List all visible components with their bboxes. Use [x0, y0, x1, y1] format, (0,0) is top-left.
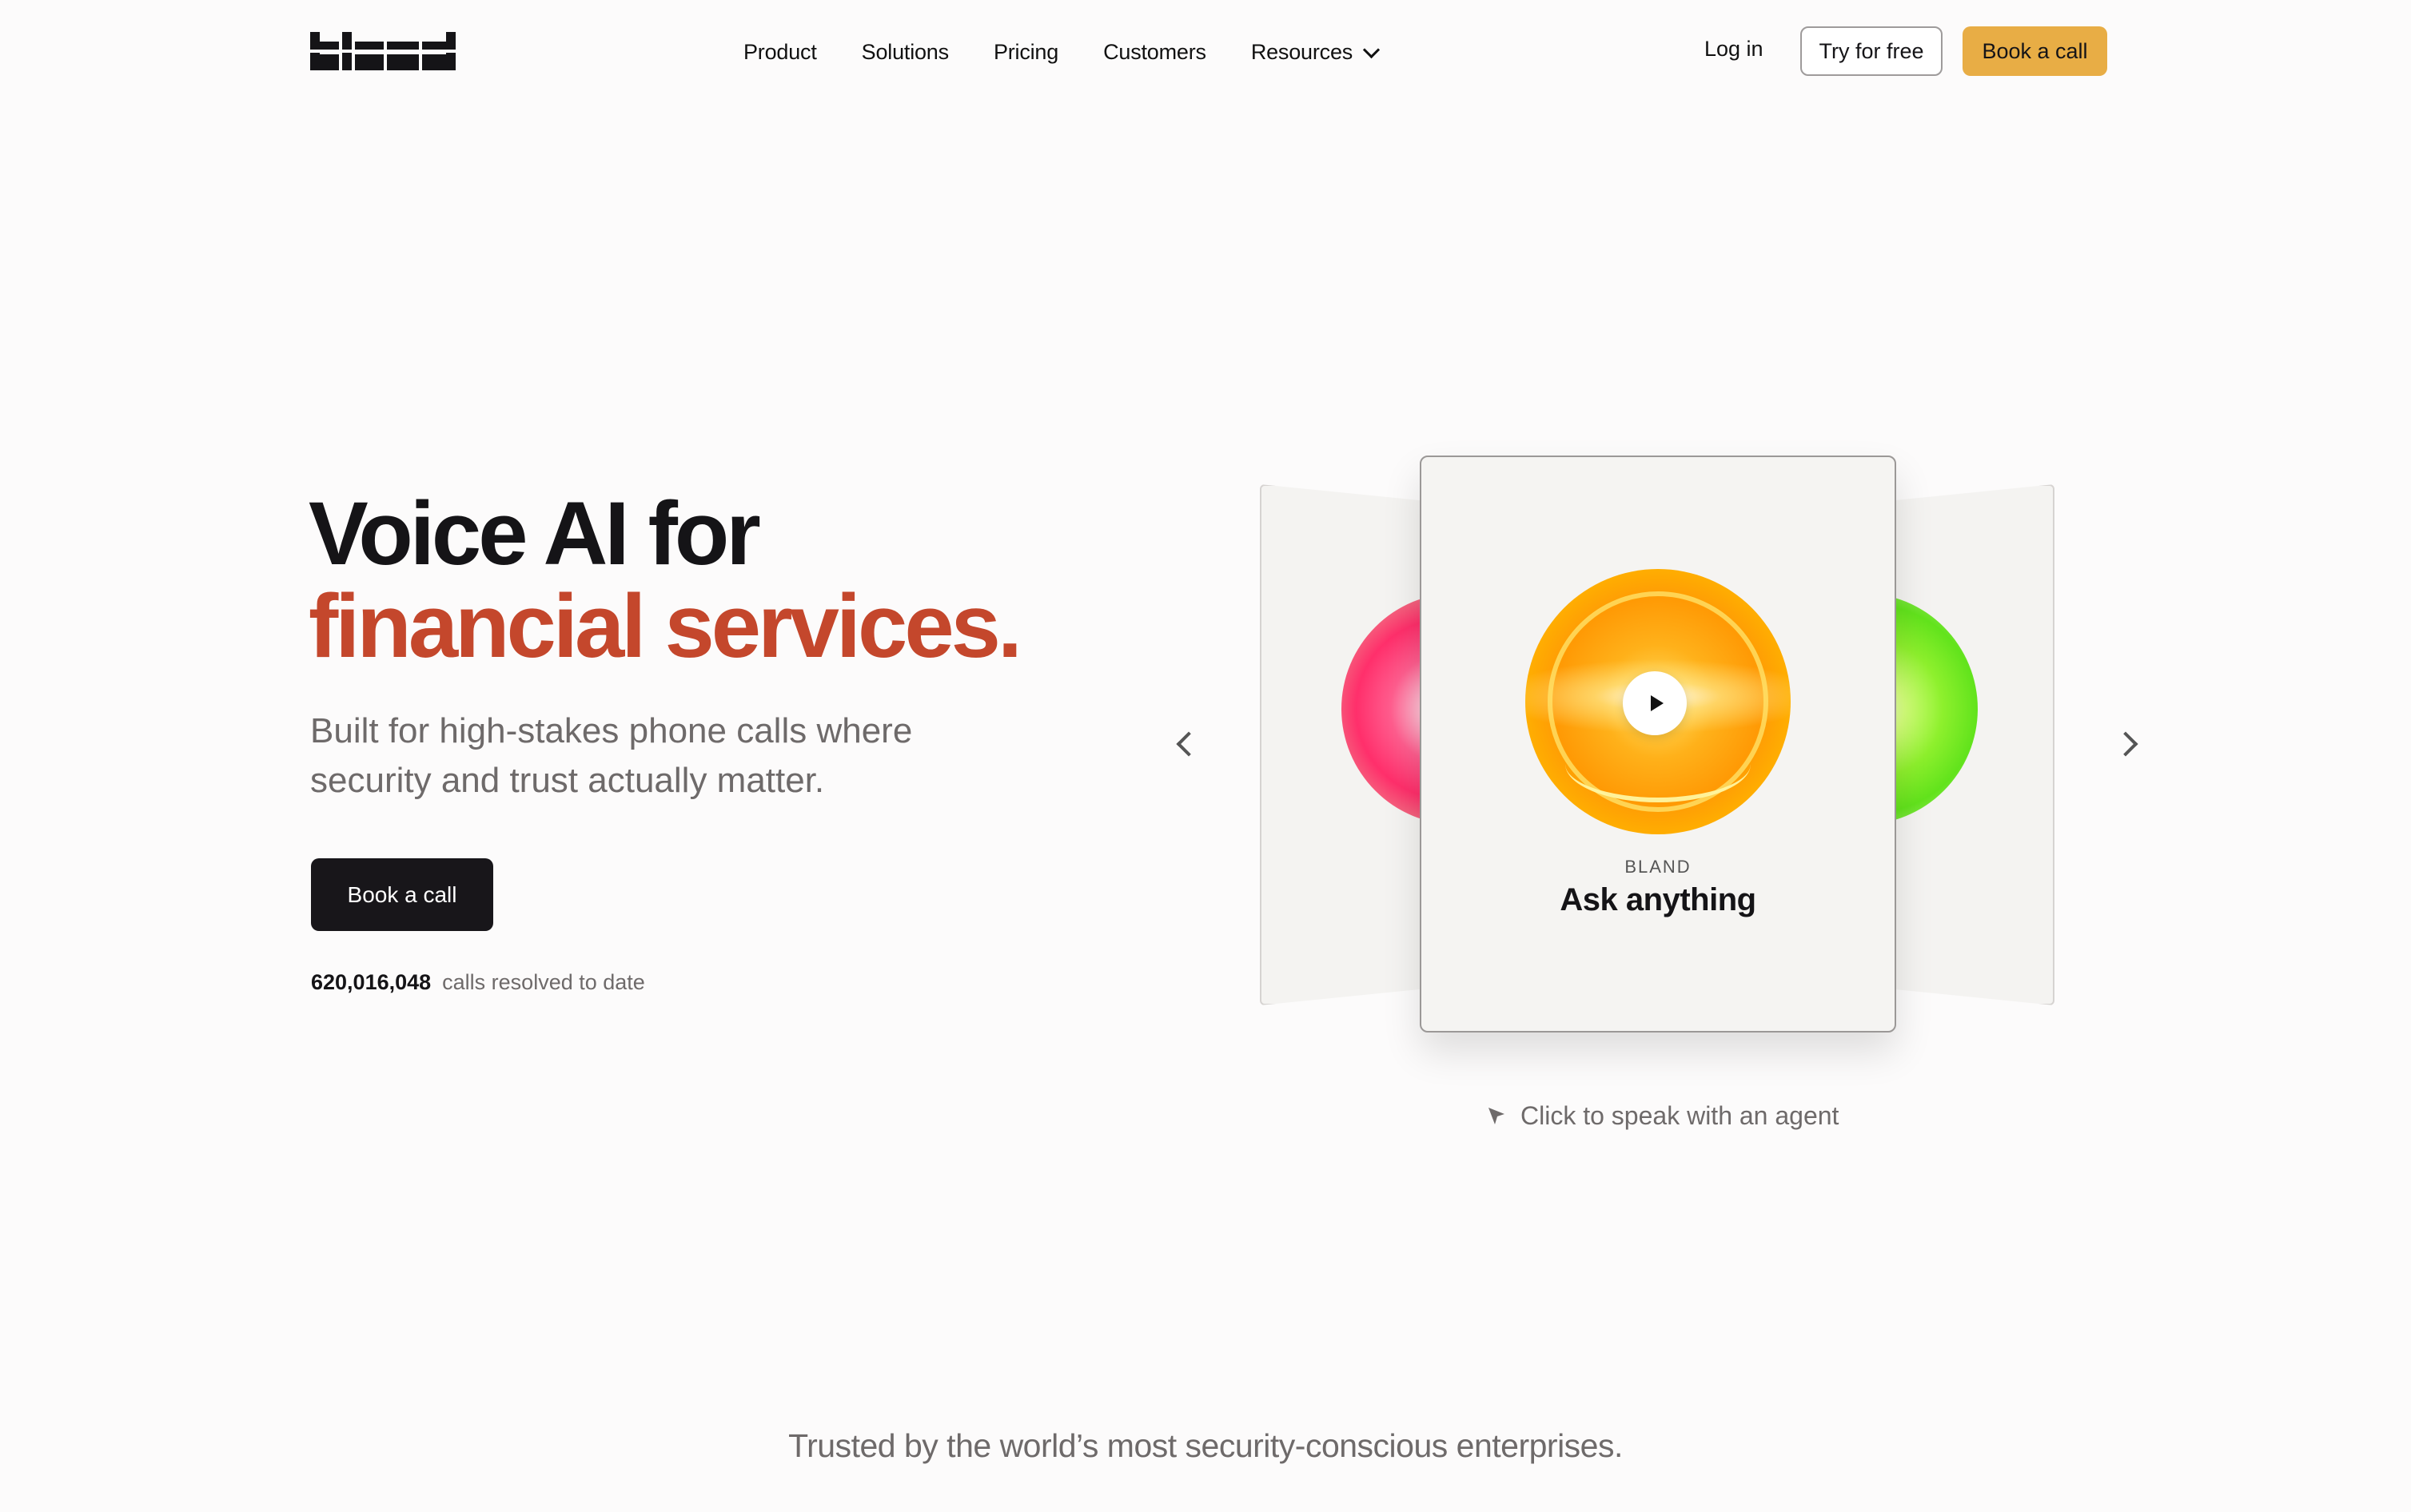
- nav-resources-label: Resources: [1250, 39, 1353, 64]
- hero-subtitle: Built for high-stakes phone calls where …: [310, 711, 913, 800]
- speak-hint: Click to speak with an agent: [1485, 1101, 1839, 1131]
- login-link[interactable]: Log in: [1704, 37, 1763, 62]
- play-button[interactable]: [1623, 671, 1687, 735]
- nav-customers[interactable]: Customers: [1103, 40, 1206, 65]
- card-title: Ask anything: [1560, 882, 1756, 917]
- calls-label: calls resolved to date: [442, 970, 645, 994]
- nav-solutions[interactable]: Solutions: [862, 40, 949, 65]
- top-nav: Product Solutions Pricing Customers Reso…: [0, 0, 2411, 104]
- nav-pricing[interactable]: Pricing: [994, 40, 1058, 65]
- try-for-free-button[interactable]: Try for free: [1800, 26, 1943, 76]
- chevron-down-icon: [1362, 41, 1381, 58]
- calls-stat: 620,016,048 calls resolved to date: [311, 970, 645, 995]
- hero-title: Voice AI for financial services.: [309, 483, 1022, 676]
- speak-hint-label: Click to speak with an agent: [1520, 1101, 1839, 1130]
- hero-title-line2: financial services.: [309, 576, 1022, 676]
- nav-links: Product Solutions Pricing Customers Reso…: [743, 32, 1381, 72]
- cursor-arrow-icon: [1488, 1107, 1504, 1124]
- carousel-next-icon[interactable]: [2113, 731, 2138, 757]
- book-call-hero-button[interactable]: Book a call: [311, 858, 493, 931]
- hero-title-line1: Voice AI for: [309, 483, 761, 583]
- carousel-prev-icon[interactable]: [1176, 731, 1202, 757]
- play-icon: [1650, 695, 1664, 711]
- book-call-nav-button[interactable]: Book a call: [1963, 26, 2107, 76]
- bland-logo[interactable]: [310, 30, 456, 72]
- logo-wordmark-icon: [310, 32, 456, 70]
- agent-card-active[interactable]: BLAND Ask anything: [1420, 456, 1896, 1033]
- nav-product[interactable]: Product: [743, 40, 817, 65]
- trusted-heading: Trusted by the world’s most security-con…: [788, 1427, 1623, 1464]
- card-brand: BLAND: [1624, 857, 1692, 877]
- calls-count: 620,016,048: [311, 970, 432, 994]
- nav-resources[interactable]: Resources: [1250, 39, 1381, 65]
